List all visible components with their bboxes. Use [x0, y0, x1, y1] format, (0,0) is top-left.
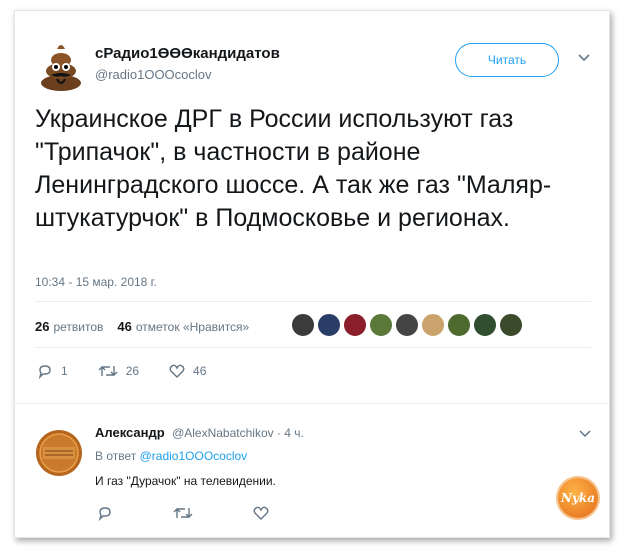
chevron-down-icon[interactable] — [577, 53, 591, 63]
reply-icon — [38, 365, 51, 379]
watermark-logo: Nyka — [558, 478, 598, 518]
divider — [35, 347, 591, 348]
reply-to-handle[interactable]: @radio1OOOcoclov — [140, 449, 248, 463]
liker-avatar[interactable] — [421, 313, 445, 337]
author-handle[interactable]: @radio1OOOcoclov — [95, 67, 212, 82]
poop-avatar[interactable] — [35, 41, 87, 93]
retweet-action[interactable]: 26 — [98, 363, 139, 379]
likes-stat[interactable]: 46 отметок «Нравится» — [117, 319, 249, 334]
reply-header: Александр @AlexNabatchikov · 4 ч. — [95, 425, 304, 440]
retweet-icon[interactable] — [173, 505, 193, 521]
engagement-stats: 26 ретвитов 46 отметок «Нравится» — [35, 319, 263, 334]
like-action[interactable]: 46 — [169, 363, 206, 379]
liker-avatar[interactable] — [343, 313, 367, 337]
reply-actions — [97, 505, 329, 521]
like-count: 46 — [193, 364, 207, 378]
retweets-label: ретвитов — [53, 319, 104, 334]
reply-author-name[interactable]: Александр — [95, 425, 165, 440]
reply-icon[interactable] — [97, 505, 113, 521]
retweet-icon — [98, 366, 118, 376]
divider — [35, 301, 591, 302]
liker-avatar[interactable] — [447, 313, 471, 337]
tweet-timestamp[interactable]: 10:34 - 15 мар. 2018 г. — [35, 275, 157, 289]
reply-count: 1 — [61, 364, 68, 378]
liker-avatar[interactable] — [395, 313, 419, 337]
retweets-stat[interactable]: 26 ретвитов — [35, 319, 103, 334]
follow-button[interactable]: Читать — [455, 43, 559, 77]
reply-text: И газ "Дурачок" на телевидении. — [95, 474, 276, 488]
liker-avatar[interactable] — [369, 313, 393, 337]
tweet-actions: 1 26 46 — [37, 363, 236, 379]
tweet-text: Украинское ДРГ в России используют газ "… — [35, 105, 552, 232]
retweet-count: 26 — [125, 364, 140, 378]
reply-time[interactable]: · 4 ч. — [277, 426, 304, 440]
retweets-count: 26 — [35, 319, 50, 334]
reply-action[interactable]: 1 — [37, 363, 68, 379]
reply-to-prefix: В ответ — [95, 449, 137, 463]
liker-avatar[interactable] — [473, 313, 497, 337]
chevron-down-icon[interactable] — [579, 429, 591, 438]
reply-author-avatar[interactable] — [35, 429, 83, 477]
heart-icon — [169, 364, 185, 378]
heart-icon[interactable] — [253, 505, 269, 521]
liker-avatar[interactable] — [317, 313, 341, 337]
liker-avatar[interactable] — [499, 313, 523, 337]
reply-to-line: В ответ @radio1OOOcoclov — [95, 449, 247, 463]
likes-count: 46 — [117, 319, 132, 334]
likes-label: отметок «Нравится» — [135, 319, 250, 334]
tweet-card: сРадио1ӨӨӨкандидатов @radio1OOOcoclov Чи… — [14, 10, 610, 538]
liker-avatar[interactable] — [291, 313, 315, 337]
liker-avatars — [291, 313, 525, 337]
author-name[interactable]: сРадио1ӨӨӨкандидатов — [95, 45, 280, 62]
reply-author-handle[interactable]: @AlexNabatchikov — [172, 426, 274, 440]
divider — [15, 403, 609, 404]
